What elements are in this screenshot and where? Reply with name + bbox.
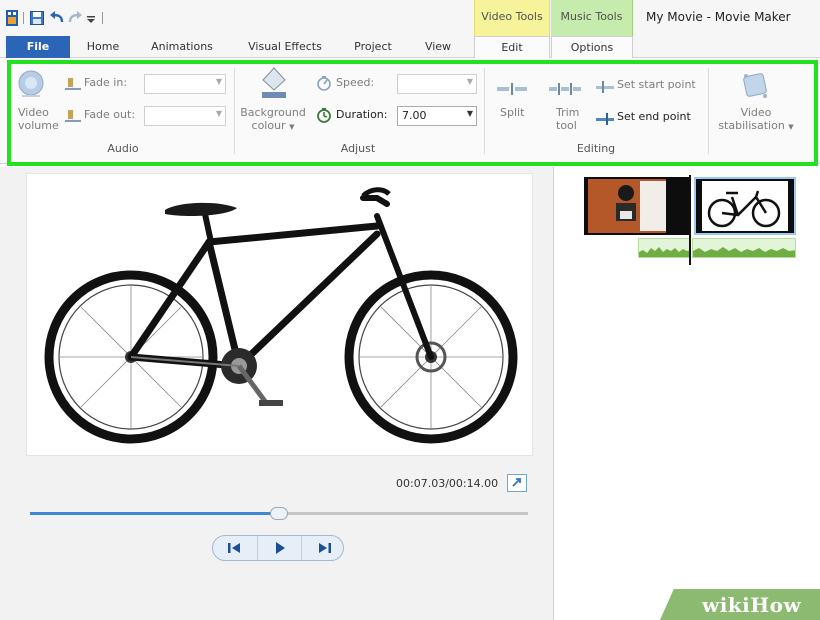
bicycle-image <box>44 187 518 444</box>
music-tools-context: Music Tools <box>551 0 633 36</box>
timeline-playhead[interactable] <box>689 175 691 265</box>
next-frame-button[interactable] <box>301 536 345 560</box>
next-frame-icon <box>318 543 331 553</box>
fullscreen-button[interactable] <box>507 474 527 492</box>
storyboard-clip[interactable] <box>584 177 690 235</box>
tab-animations[interactable]: Animations <box>140 36 224 58</box>
tab-view[interactable]: View <box>414 36 462 58</box>
customize-qat-icon[interactable] <box>86 10 96 26</box>
tab-options[interactable]: Options <box>551 36 633 58</box>
ribbon-highlight-outline <box>7 60 818 166</box>
music-tools-label: Music Tools <box>560 10 623 23</box>
tab-file[interactable]: File <box>6 36 70 58</box>
watermark-part2: How <box>750 593 802 617</box>
watermark-logo: wikiHow <box>702 593 801 617</box>
seek-bar-progress <box>30 512 279 515</box>
undo-icon[interactable] <box>50 10 64 26</box>
play-button[interactable] <box>257 536 301 560</box>
playback-controls <box>212 535 344 561</box>
clip-thumbnail <box>584 177 690 235</box>
waveform-graphic <box>693 247 795 257</box>
clip-thumbnail <box>696 179 794 233</box>
waveform-graphic <box>639 247 689 257</box>
audio-waveform[interactable] <box>638 238 690 258</box>
qat-separator <box>102 12 103 24</box>
expand-icon <box>512 478 521 487</box>
tab-project[interactable]: Project <box>342 36 404 58</box>
video-tools-label: Video Tools <box>481 10 543 23</box>
window-title: My Movie - Movie Maker <box>646 10 791 24</box>
seek-bar-thumb[interactable] <box>270 507 288 520</box>
audio-waveform[interactable] <box>692 238 796 258</box>
previous-frame-button[interactable] <box>213 536 257 560</box>
video-tools-context: Video Tools <box>474 0 550 36</box>
watermark-part1: wiki <box>702 593 751 617</box>
app-menu-icon[interactable] <box>6 10 18 26</box>
play-icon <box>275 542 285 554</box>
redo-icon[interactable] <box>68 10 82 26</box>
previous-frame-icon <box>228 543 240 553</box>
save-icon[interactable] <box>30 10 44 26</box>
storyboard-clip-selected[interactable] <box>694 177 796 235</box>
timecode-readout: 00:07.03/00:14.00 <box>396 477 499 490</box>
tab-home[interactable]: Home <box>78 36 128 58</box>
tab-edit[interactable]: Edit <box>474 36 550 58</box>
tab-visual-effects[interactable]: Visual Effects <box>236 36 334 58</box>
video-preview[interactable] <box>26 173 533 456</box>
qat-separator <box>23 12 24 24</box>
